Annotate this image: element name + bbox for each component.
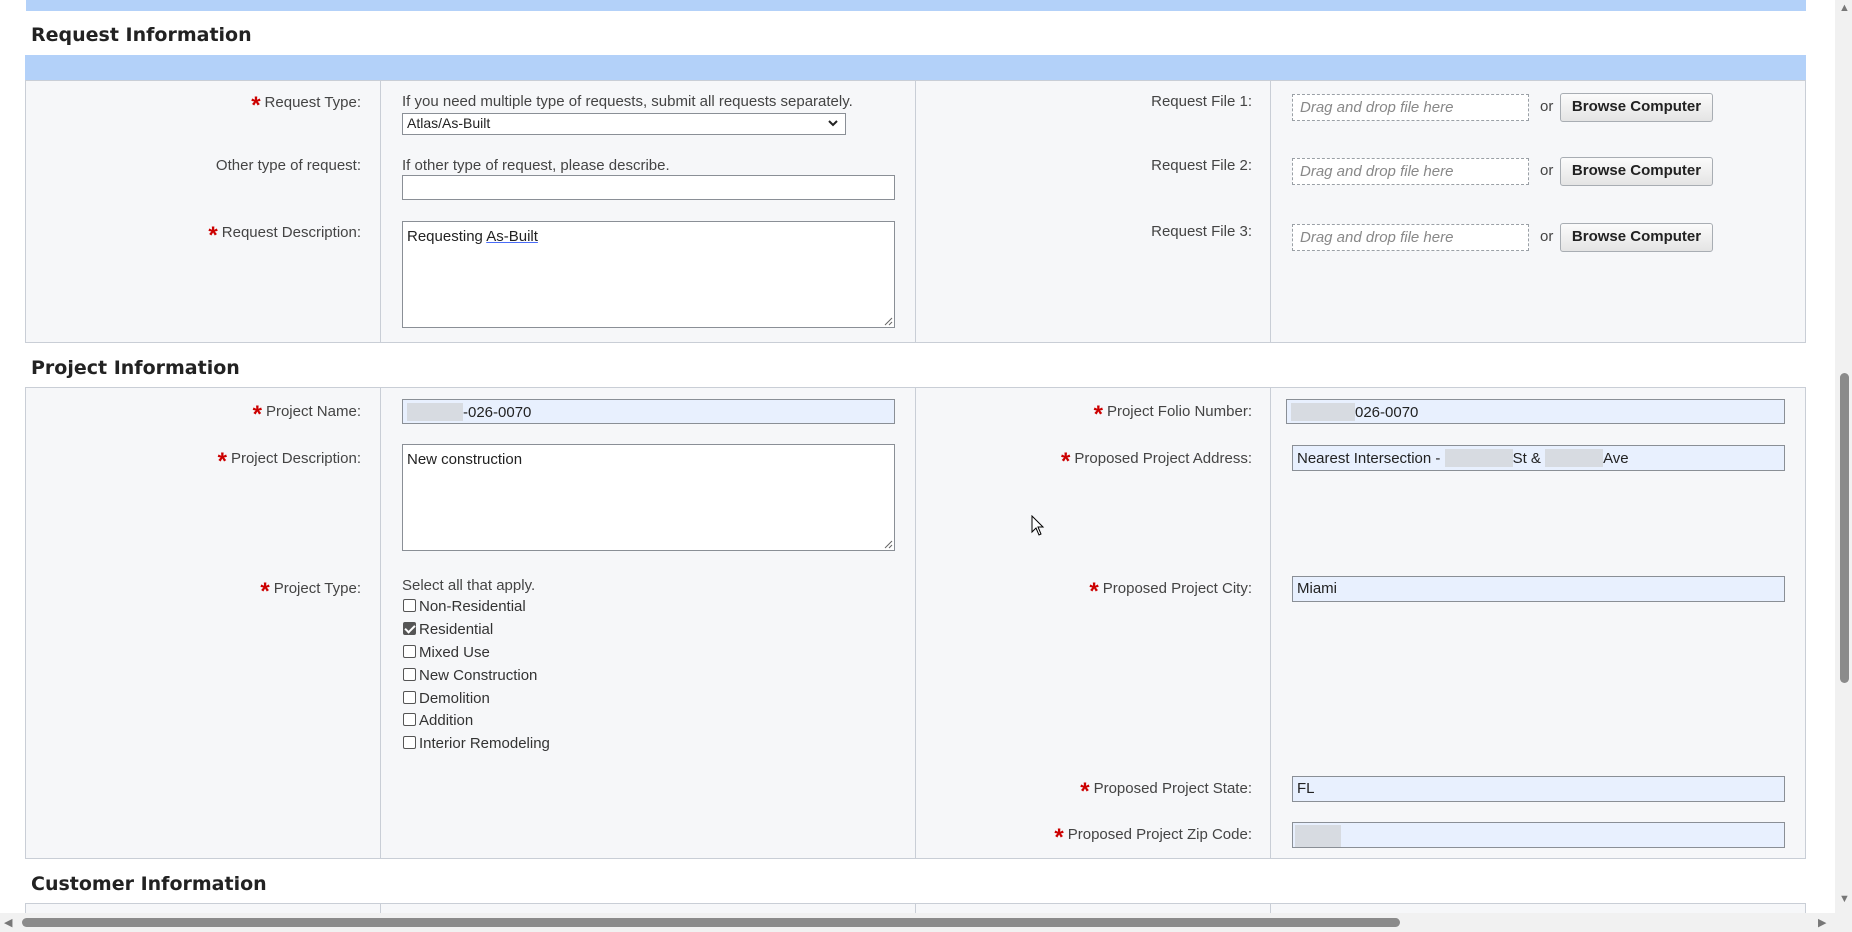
checkbox-icon xyxy=(403,713,416,726)
project-type-label: * Project Type: xyxy=(260,578,361,605)
checkbox-icon xyxy=(403,691,416,704)
request-file-2-dropzone[interactable]: Drag and drop file here xyxy=(1292,158,1529,185)
checkbox-demolition[interactable]: Demolition xyxy=(403,690,490,707)
required-marker: * xyxy=(1061,448,1071,475)
project-type-hint: Select all that apply. xyxy=(402,577,536,594)
required-marker: * xyxy=(252,401,262,428)
resize-handle-icon xyxy=(884,317,893,326)
project-description-textarea[interactable]: New construction xyxy=(402,444,895,551)
or-text: or xyxy=(1540,162,1554,179)
other-type-label: Other type of request: xyxy=(215,157,361,174)
project-zip-input[interactable] xyxy=(1292,822,1785,848)
browse-computer-button-2[interactable]: Browse Computer xyxy=(1560,157,1713,186)
redacted-text xyxy=(1444,449,1513,467)
divider xyxy=(1270,387,1271,859)
mouse-cursor-icon xyxy=(1031,515,1045,536)
checkbox-addition[interactable]: Addition xyxy=(403,712,473,729)
browse-computer-button-3[interactable]: Browse Computer xyxy=(1560,223,1713,252)
other-type-hint: If other type of request, please describ… xyxy=(402,157,670,174)
checkbox-checked-icon xyxy=(403,622,416,635)
request-type-label: * Request Type: xyxy=(251,92,361,119)
other-type-input[interactable] xyxy=(402,175,895,200)
request-description-label: * Request Description: xyxy=(208,222,361,249)
section-title-project: Project Information xyxy=(31,357,240,379)
project-zip-label: * Proposed Project Zip Code: xyxy=(1054,824,1252,851)
scroll-down-icon[interactable]: ▼ xyxy=(1839,893,1850,905)
vertical-scrollbar[interactable]: ▲ ▼ xyxy=(1835,0,1852,932)
required-marker: * xyxy=(251,92,261,119)
required-marker: * xyxy=(208,222,218,249)
project-folio-input[interactable]: 026-0070 xyxy=(1286,399,1785,424)
top-band xyxy=(26,0,1806,11)
required-marker: * xyxy=(1080,778,1090,805)
divider xyxy=(380,387,381,859)
section-title-request: Request Information xyxy=(31,24,252,46)
checkbox-new-construction[interactable]: New Construction xyxy=(403,667,537,684)
project-state-input[interactable]: FL xyxy=(1292,776,1785,802)
request-file-1-dropzone[interactable]: Drag and drop file here xyxy=(1292,94,1529,121)
divider xyxy=(915,903,916,913)
checkbox-icon xyxy=(403,645,416,658)
project-city-label: * Proposed Project City: xyxy=(1089,578,1252,605)
required-marker: * xyxy=(1054,824,1064,851)
divider xyxy=(1270,80,1271,343)
checkbox-icon xyxy=(403,599,416,612)
request-file-1-label: Request File 1: xyxy=(1151,93,1252,110)
redacted-text xyxy=(1291,403,1355,421)
vertical-scroll-thumb[interactable] xyxy=(1840,373,1849,683)
project-state-label: * Proposed Project State: xyxy=(1080,778,1252,805)
request-file-3-dropzone[interactable]: Drag and drop file here xyxy=(1292,224,1529,251)
checkbox-non-residential[interactable]: Non-Residential xyxy=(403,598,526,615)
required-marker: * xyxy=(260,578,270,605)
horizontal-scrollbar[interactable]: ◀ ▶ xyxy=(0,913,1835,932)
checkbox-icon xyxy=(403,736,416,749)
project-name-input[interactable]: -026-0070 xyxy=(402,399,895,424)
divider xyxy=(915,80,916,343)
chevron-down-icon xyxy=(827,117,839,132)
horizontal-scroll-thumb[interactable] xyxy=(22,918,1400,927)
request-file-3-label: Request File 3: xyxy=(1151,223,1252,240)
required-marker: * xyxy=(217,448,227,475)
request-type-hint: If you need multiple type of requests, s… xyxy=(402,93,853,110)
project-city-input[interactable]: Miami xyxy=(1292,576,1785,602)
divider xyxy=(1270,903,1271,913)
request-file-2-label: Request File 2: xyxy=(1151,157,1252,174)
divider xyxy=(380,903,381,913)
section-title-customer: Customer Information xyxy=(31,873,267,895)
required-marker: * xyxy=(1089,578,1099,605)
browse-computer-button-1[interactable]: Browse Computer xyxy=(1560,93,1713,122)
required-marker: * xyxy=(1093,401,1103,428)
resize-handle-icon xyxy=(884,540,893,549)
request-type-select[interactable]: Atlas/As-Built xyxy=(402,113,846,135)
request-header-band xyxy=(25,55,1806,80)
project-folio-label: * Project Folio Number: xyxy=(1093,401,1252,428)
project-address-label: * Proposed Project Address: xyxy=(1061,448,1252,475)
project-address-input[interactable]: Nearest Intersection - St & Ave xyxy=(1292,445,1785,471)
or-text: or xyxy=(1540,98,1554,115)
checkbox-residential[interactable]: Residential xyxy=(403,621,493,638)
checkbox-mixed-use[interactable]: Mixed Use xyxy=(403,644,490,661)
or-text: or xyxy=(1540,228,1554,245)
scroll-right-icon[interactable]: ▶ xyxy=(1818,916,1826,929)
request-description-textarea[interactable]: Requesting As-Built xyxy=(402,221,895,328)
redacted-text xyxy=(1295,825,1341,847)
scroll-up-icon[interactable]: ▲ xyxy=(1839,2,1850,14)
project-description-label: * Project Description: xyxy=(217,448,361,475)
checkbox-icon xyxy=(403,668,416,681)
project-name-label: * Project Name: xyxy=(252,401,361,428)
scroll-left-icon[interactable]: ◀ xyxy=(4,916,12,929)
redacted-text xyxy=(407,403,463,421)
checkbox-interior-remodeling[interactable]: Interior Remodeling xyxy=(403,735,550,752)
divider xyxy=(380,80,381,343)
divider xyxy=(915,387,916,859)
redacted-text xyxy=(1545,449,1604,467)
